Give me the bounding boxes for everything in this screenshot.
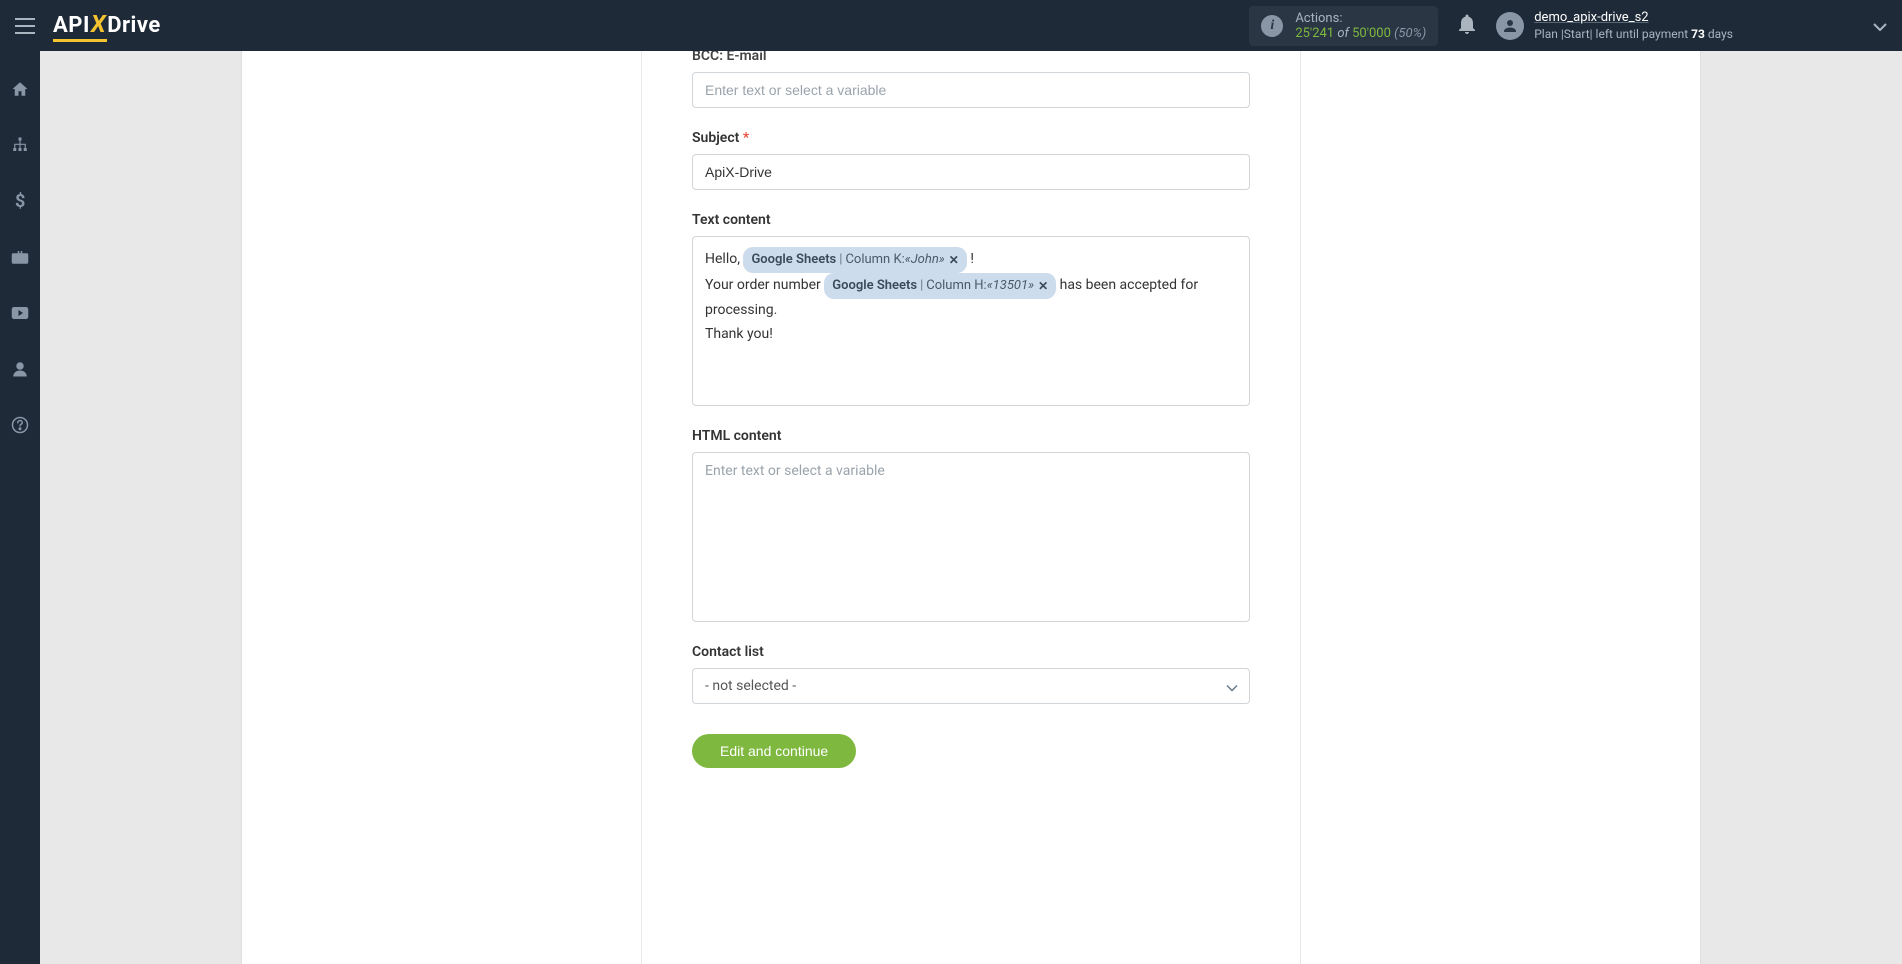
avatar-icon	[1496, 12, 1524, 40]
logo-x: X	[91, 10, 106, 38]
hamburger-icon[interactable]	[15, 18, 35, 34]
logo[interactable]: APIX Drive	[53, 10, 161, 42]
sidebar-item-connections[interactable]	[0, 127, 40, 163]
main-content: BCC: E-mail Subject * Text content Hello…	[40, 51, 1902, 964]
contact-list-select[interactable]: - not selected -	[692, 668, 1250, 704]
required-mark: *	[743, 130, 749, 146]
chevron-down-icon[interactable]	[1733, 16, 1887, 35]
logo-api: API	[53, 13, 90, 38]
chip-close-icon[interactable]: ✕	[949, 250, 959, 270]
subject-label: Subject *	[692, 130, 1250, 146]
actions-total: 50'000	[1352, 26, 1391, 41]
actions-box[interactable]: i Actions: 25'241 of 50'000 (50%)	[1249, 6, 1438, 46]
subject-group: Subject *	[692, 130, 1250, 190]
user-block[interactable]: demo_apix-drive_s2 Plan |Start| left unt…	[1496, 10, 1733, 41]
user-name: demo_apix-drive_s2	[1534, 10, 1733, 25]
sidebar-item-user[interactable]	[0, 351, 40, 387]
user-info: demo_apix-drive_s2 Plan |Start| left unt…	[1534, 10, 1733, 41]
actions-label: Actions:	[1295, 11, 1426, 26]
text-content-box[interactable]: Hello, Google Sheets | Column K: «John» …	[692, 236, 1250, 406]
sidebar-item-help[interactable]	[0, 407, 40, 443]
actions-of: of	[1334, 26, 1352, 41]
contact-list-label: Contact list	[692, 644, 1250, 660]
text-content-group: Text content Hello, Google Sheets | Colu…	[692, 212, 1250, 406]
actions-pct: (50%)	[1391, 26, 1426, 41]
content-outer: BCC: E-mail Subject * Text content Hello…	[241, 51, 1701, 964]
topbar: APIX Drive i Actions: 25'241 of 50'000 (…	[0, 0, 1902, 51]
bcc-input[interactable]	[692, 72, 1250, 108]
bell-icon[interactable]	[1458, 14, 1476, 38]
sidebar-item-home[interactable]	[0, 71, 40, 107]
html-content-box[interactable]: Enter text or select a variable	[692, 452, 1250, 622]
sidebar-item-video[interactable]	[0, 295, 40, 331]
info-icon: i	[1261, 15, 1283, 37]
bcc-group: BCC: E-mail	[692, 48, 1250, 108]
subject-input[interactable]	[692, 154, 1250, 190]
sidebar: $	[0, 51, 40, 964]
sidebar-item-billing[interactable]: $	[0, 183, 40, 219]
sidebar-item-briefcase[interactable]	[0, 239, 40, 275]
svg-text:$: $	[15, 192, 25, 210]
edit-continue-button[interactable]: Edit and continue	[692, 734, 856, 768]
chip-close-icon[interactable]: ✕	[1038, 276, 1048, 296]
text-content-label: Text content	[692, 212, 1250, 228]
variable-chip[interactable]: Google Sheets | Column H: «13501» ✕	[824, 273, 1056, 299]
submit-group: Edit and continue	[692, 734, 1250, 768]
actions-current: 25'241	[1295, 26, 1334, 41]
actions-text: Actions: 25'241 of 50'000 (50%)	[1295, 11, 1426, 41]
html-content-label: HTML content	[692, 428, 1250, 444]
html-content-group: HTML content Enter text or select a vari…	[692, 428, 1250, 622]
variable-chip[interactable]: Google Sheets | Column K: «John» ✕	[743, 247, 966, 273]
contact-list-group: Contact list - not selected -	[692, 644, 1250, 704]
user-plan: Plan |Start| left until payment 73 days	[1534, 27, 1733, 41]
form-panel: BCC: E-mail Subject * Text content Hello…	[641, 51, 1301, 964]
logo-drive: Drive	[107, 13, 161, 38]
